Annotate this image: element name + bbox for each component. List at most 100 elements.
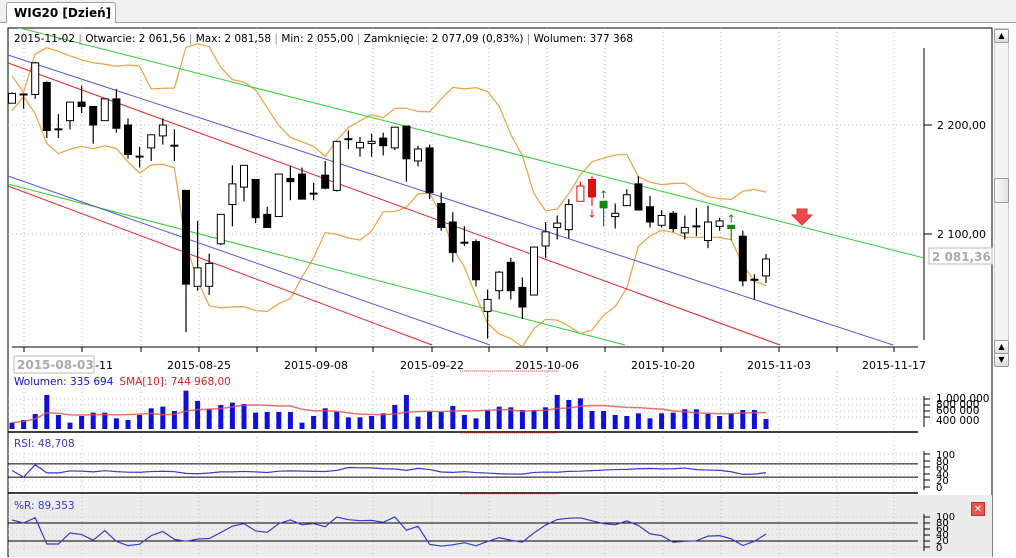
candle [472,239,480,287]
info-max: Max: 2 081,58 [196,33,271,45]
candle-body [112,98,121,129]
volume-bar [670,412,676,429]
volume-bar [345,417,351,429]
candle [390,126,399,151]
volume-bar [566,399,572,429]
candle-body [588,179,596,198]
candle-body [414,148,422,162]
chart-canvas[interactable]: ↓↑↑ 2015-11-02 | Otwarcie: 2 061,56 | Ma… [0,0,1016,557]
candle-body [622,194,631,207]
candle [274,173,283,218]
candle-body [124,124,132,155]
candle-body [228,183,237,206]
volume-tick-label: 400 000 [936,415,979,427]
candle-body [263,213,272,228]
candle-body [66,101,74,122]
candle-body [518,286,527,308]
candle-body [553,222,562,228]
volume-bar [299,422,305,429]
candle-body [205,262,214,287]
candle-body [321,174,330,189]
candle-body [634,183,643,211]
volume-bar [148,408,154,429]
candle [530,246,538,296]
volume-bar [334,411,340,429]
volume-bar [195,400,201,429]
volume-bar [32,413,38,429]
volume-bar [113,418,119,429]
candle-body [727,224,736,230]
volume-bar [160,406,166,429]
candle-body [483,298,492,312]
candle-body [89,105,98,126]
candle-body [425,147,434,194]
candle-body [530,246,538,296]
volume-bar [624,415,630,429]
sell-signal-arrow-icon: ↓ [587,208,596,221]
candle-body [193,267,202,287]
candle-body [715,220,724,227]
candle-body [286,177,295,183]
candle [669,211,678,232]
volume-bar [311,415,317,429]
volume-bar [485,409,491,429]
volume-bar [137,414,143,429]
candle-body [669,212,678,230]
volume-bar [554,394,560,429]
volume-bar [577,398,583,429]
first-date-label: 2015-08-03 [17,358,94,372]
candle-body [402,125,411,160]
candle-body [251,179,260,219]
candle [738,230,747,287]
candle-body [379,137,388,147]
volume-bar [287,411,293,429]
date-label: 2015-10-20 [631,359,695,372]
info-date: 2015-11-02 [14,33,75,45]
volume-bar [473,418,479,429]
volume-bar [635,413,641,429]
candle [425,144,434,200]
date-label: 2015-11-17 [862,359,926,372]
candle-body [599,200,608,209]
price-tick-label: 2 200,00 [937,119,986,132]
sma-value: SMA[10]: 744 968,00 [119,376,230,388]
volume-bar [380,413,386,429]
candle-body [437,202,446,228]
volume-bar [601,410,607,429]
arrow-up-icon: ▲ [998,31,1005,40]
volume-bar [647,418,653,429]
date-label: 2015-08-25 [167,359,231,372]
volume-bar [589,410,595,429]
candle [124,118,132,159]
date-label: -11 [95,359,113,372]
candle [100,98,109,122]
date-label: 2015-09-22 [400,359,464,372]
buy-signal-arrow-icon: ↑ [727,212,736,225]
volume-bar [79,415,85,429]
wr-tick-label: 0 [936,543,942,554]
candle-body [564,204,573,231]
candle-body [182,189,190,285]
info-close: Zamknięcie: 2 077,09 (0,83%) [364,33,524,45]
chart-tab[interactable]: WIG20 [Dzień] [6,2,116,23]
candle-body [100,98,109,122]
arrow-up-icon: ▲ [998,342,1005,351]
candle [251,179,260,224]
current-price-label: 2 081,36 [932,250,991,264]
scrollbar-thumb[interactable] [994,178,1009,203]
pane-scroll-down-button[interactable]: ▼ [994,353,1009,367]
volume-bar [264,411,270,429]
candle-body [298,173,306,200]
scroll-up-button[interactable]: ▲ [994,29,1009,43]
volume-bar [125,420,131,429]
candle-body [646,206,654,223]
volume-bar [357,417,363,429]
info-volume: Wolumen: 377 368 [534,33,633,45]
candle-body [147,134,156,149]
pane-scroll-up-button[interactable]: ▲ [994,340,1009,354]
candle-body [158,124,167,137]
volume-bar [415,416,421,429]
close-pane-button[interactable]: ✕ [971,502,985,516]
volume-bar [519,409,525,429]
candle-body [506,261,515,292]
